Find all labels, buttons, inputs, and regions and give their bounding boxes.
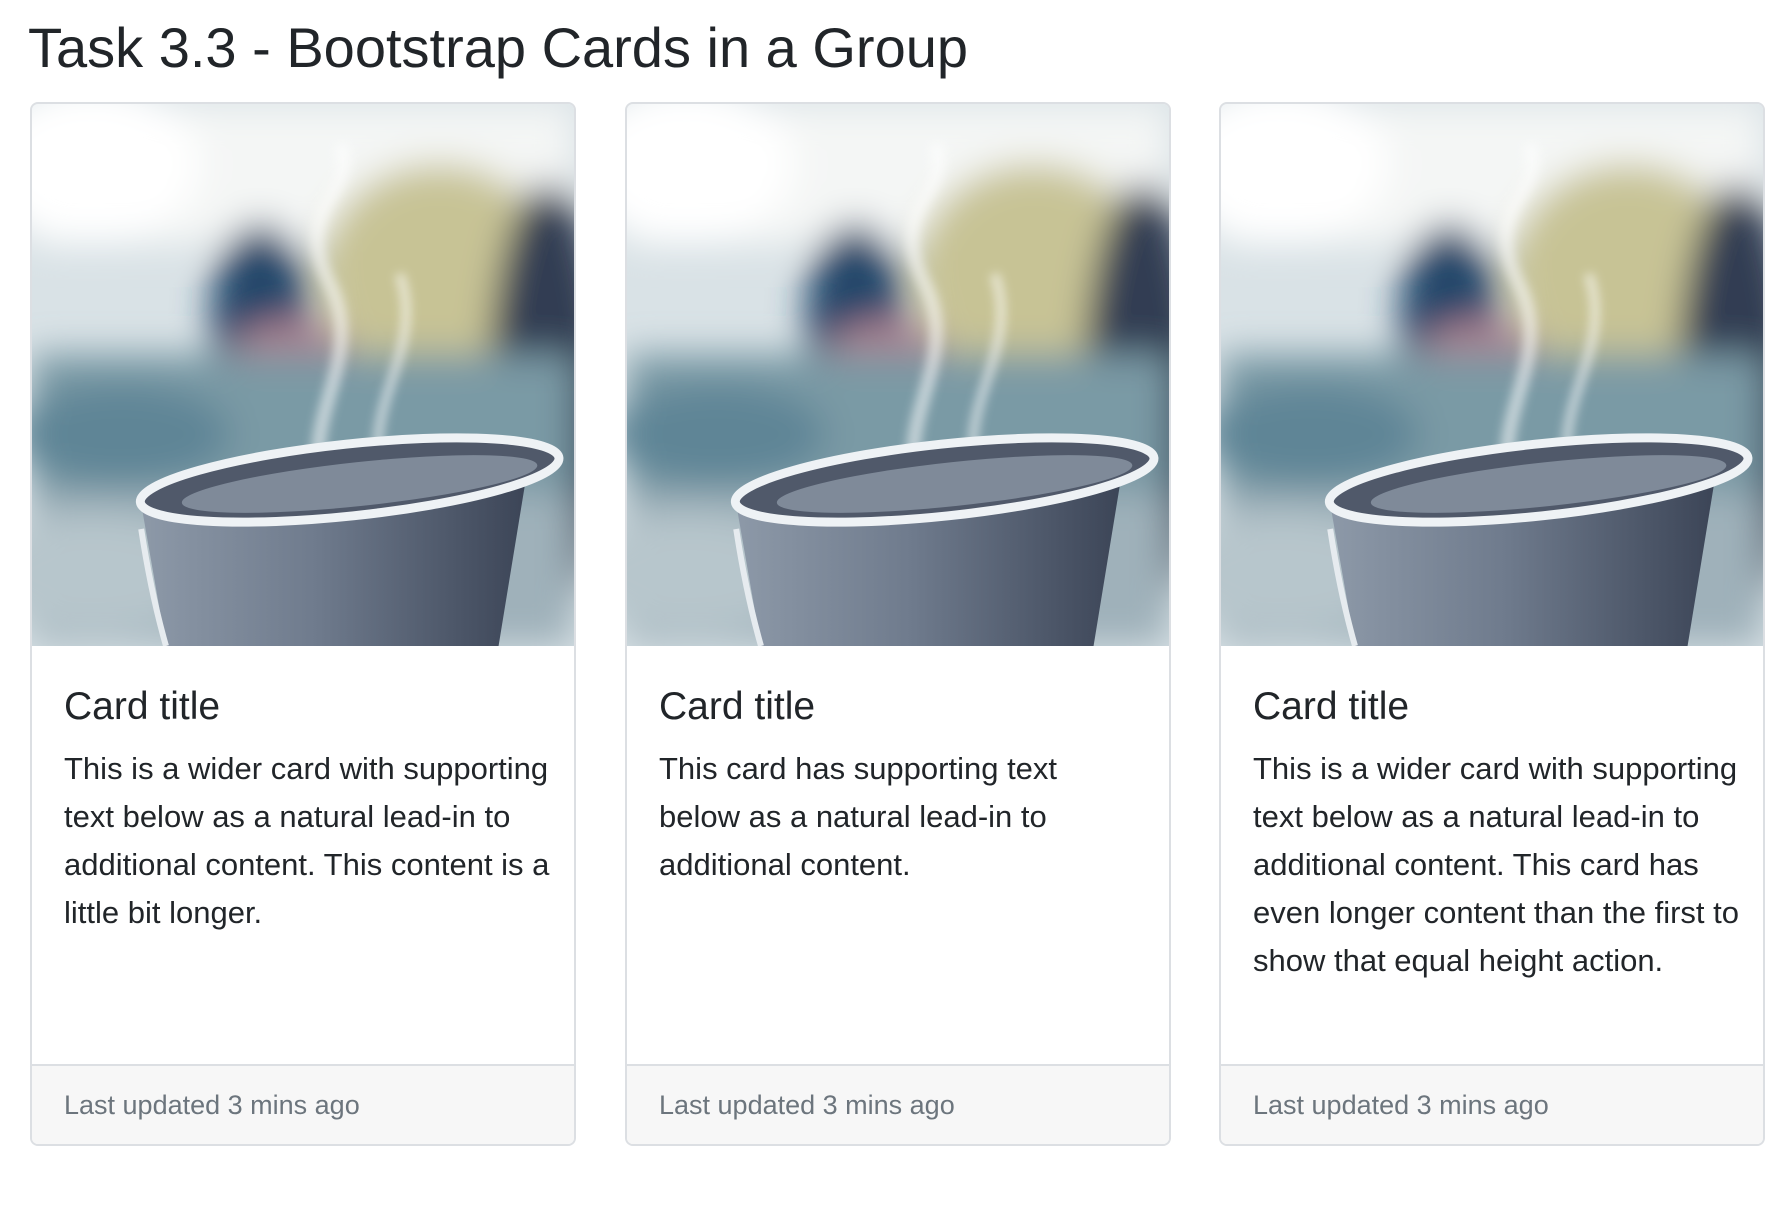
card-footer-text: Last updated 3 mins ago	[659, 1090, 955, 1120]
card-text: This is a wider card with supporting tex…	[64, 750, 550, 930]
card-title: Card title	[1253, 685, 1410, 728]
card-group: Card title This is a wider card with sup…	[30, 102, 1765, 1146]
card-footer: Last updated 3 mins ago	[627, 1064, 1169, 1144]
card-body: Card title This is a wider card with sup…	[1253, 684, 1739, 985]
card-1: Card title This is a wider card with sup…	[30, 102, 576, 1146]
card-3: Card title This is a wider card with sup…	[1219, 102, 1765, 1146]
card-2: Card title This card has supporting text…	[625, 102, 1171, 1146]
card-image-steaming-cup	[627, 104, 1169, 646]
card-title: Card title	[64, 685, 221, 728]
card-title: Card title	[659, 685, 816, 728]
card-image-steaming-cup	[32, 104, 574, 646]
card-footer: Last updated 3 mins ago	[32, 1064, 574, 1144]
page-title: Task 3.3 - Bootstrap Cards in a Group	[28, 16, 968, 79]
card-footer-text: Last updated 3 mins ago	[64, 1090, 360, 1120]
card-image-steaming-cup	[1221, 104, 1763, 646]
card-body: Card title This card has supporting text…	[659, 684, 1145, 889]
card-text: This is a wider card with supporting tex…	[1253, 750, 1739, 978]
card-footer: Last updated 3 mins ago	[1221, 1064, 1763, 1144]
card-text: This card has supporting text below as a…	[659, 750, 1058, 882]
card-body: Card title This is a wider card with sup…	[64, 684, 550, 937]
card-footer-text: Last updated 3 mins ago	[1253, 1090, 1549, 1120]
